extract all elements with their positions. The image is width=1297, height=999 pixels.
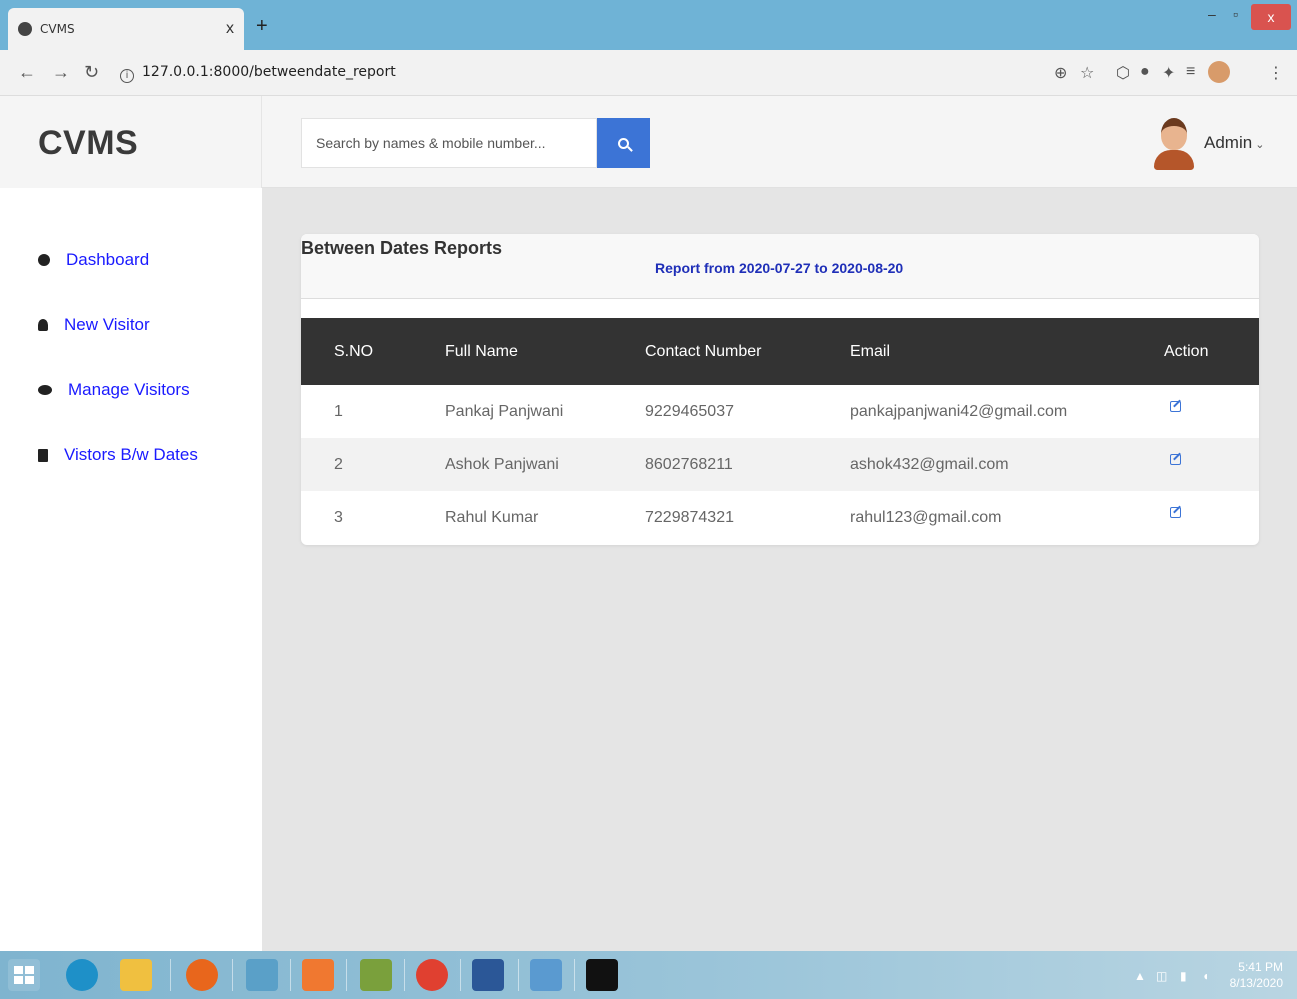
- cell-sno: 2: [334, 455, 343, 473]
- window-close-button[interactable]: x: [1251, 4, 1291, 30]
- minimize-icon[interactable]: –: [1208, 6, 1216, 22]
- notepad-plus-icon[interactable]: [360, 959, 392, 991]
- cell-name: Pankaj Panjwani: [445, 402, 564, 420]
- zoom-icon[interactable]: ⊕: [1054, 63, 1067, 83]
- cell-contact: 7229874321: [645, 508, 734, 526]
- column-header-contact: Contact Number: [645, 342, 762, 360]
- search-icon: [618, 137, 629, 149]
- cell-contact: 9229465037: [645, 402, 734, 420]
- cell-email: rahul123@gmail.com: [850, 508, 1002, 526]
- avatar[interactable]: [1154, 116, 1194, 170]
- user-menu[interactable]: Admin ⌄: [1204, 133, 1264, 153]
- system-clock[interactable]: 5:41 PM 8/13/2020: [1230, 959, 1283, 991]
- table-row: 2 Ashok Panjwani 8602768211 ashok432@gma…: [301, 438, 1259, 491]
- sidebar-item-label: Vistors B/w Dates: [64, 445, 198, 464]
- paint-icon[interactable]: [530, 959, 562, 991]
- tab-close-icon[interactable]: x: [226, 20, 234, 38]
- volume-icon[interactable]: ◖: [1202, 969, 1209, 983]
- sidebar-item-label: Dashboard: [66, 250, 150, 269]
- profile-avatar-icon[interactable]: [1208, 61, 1230, 83]
- sidebar-item-label: New Visitor: [64, 315, 150, 334]
- cell-email: ashok432@gmail.com: [850, 455, 1009, 473]
- taskbar: ▲ ◫ ▮ ◖ 5:41 PM 8/13/2020: [0, 951, 1297, 999]
- column-header-email: Email: [850, 342, 891, 360]
- cell-contact: 8602768211: [645, 455, 733, 473]
- network-icon[interactable]: ◫: [1156, 969, 1167, 983]
- tab-title: CVMS: [40, 22, 75, 36]
- browser-tab[interactable]: CVMS x: [8, 8, 244, 50]
- cell-email: pankajpanjwani42@gmail.com: [850, 402, 1068, 420]
- report-card: Between Dates Reports Report from 2020-0…: [301, 234, 1259, 545]
- card-header: Between Dates Reports Report from 2020-0…: [301, 234, 1259, 299]
- chrome-icon[interactable]: [416, 959, 448, 991]
- xampp-icon[interactable]: [302, 959, 334, 991]
- cell-action: [1164, 438, 1259, 491]
- chevron-down-icon: ⌄: [1255, 139, 1265, 151]
- page-title: Between Dates Reports: [301, 238, 503, 258]
- column-header-name: Full Name: [445, 342, 518, 360]
- edit-icon[interactable]: [1170, 506, 1181, 518]
- info-icon[interactable]: i: [120, 69, 134, 83]
- brand-logo[interactable]: CVMS: [38, 124, 138, 163]
- cell-name: Ashok Panjwani: [445, 455, 559, 473]
- url-text: 127.0.0.1:8000/betweendate_report: [142, 64, 396, 80]
- cell-sno: 3: [334, 508, 343, 526]
- app-icon[interactable]: [246, 959, 278, 991]
- forward-icon[interactable]: →: [52, 62, 70, 83]
- battery-icon[interactable]: ▮: [1180, 969, 1187, 983]
- user-icon: [38, 319, 48, 331]
- firefox-icon[interactable]: [186, 959, 218, 991]
- windows-start-icon[interactable]: [8, 959, 40, 991]
- command-prompt-icon[interactable]: [586, 959, 618, 991]
- visitors-table: S.NO Full Name Contact Number Email Acti…: [301, 318, 1259, 544]
- address-bar: ← → ↻ i 127.0.0.1:8000/betweendate_report…: [0, 50, 1297, 96]
- extension-shield-icon[interactable]: ⬡: [1116, 63, 1130, 83]
- cell-action: [1164, 491, 1259, 544]
- sidebar: Dashboard New Visitor Manage Visitors Vi…: [0, 188, 262, 951]
- search-input[interactable]: [301, 118, 597, 168]
- bookmark-star-icon[interactable]: ☆: [1080, 63, 1094, 83]
- report-date-range: Report from 2020-07-27 to 2020-08-20: [655, 260, 904, 276]
- copy-icon: [38, 448, 48, 462]
- reload-icon[interactable]: ↻: [84, 62, 99, 83]
- cell-sno: 1: [334, 402, 343, 420]
- sidebar-item-new-visitor[interactable]: New Visitor: [38, 315, 150, 335]
- dashboard-icon: [38, 254, 50, 266]
- url-field[interactable]: i 127.0.0.1:8000/betweendate_report: [120, 64, 396, 83]
- cell-name: Rahul Kumar: [445, 508, 539, 526]
- browser-tab-bar: CVMS x + – ▫ x: [0, 0, 1297, 50]
- browser-menu-icon[interactable]: ⋮: [1268, 63, 1284, 83]
- back-icon[interactable]: ←: [18, 62, 36, 83]
- sidebar-item-dashboard[interactable]: Dashboard: [38, 250, 149, 270]
- word-icon[interactable]: [472, 959, 504, 991]
- maximize-icon[interactable]: ▫: [1233, 6, 1238, 22]
- column-header-action: Action: [1164, 342, 1209, 360]
- column-header-sno: S.NO: [334, 342, 374, 360]
- extension-circle-icon[interactable]: ●: [1140, 63, 1150, 81]
- search-button[interactable]: [597, 118, 650, 168]
- file-explorer-icon[interactable]: [120, 959, 152, 991]
- table-row: 1 Pankaj Panjwani 9229465037 pankajpanjw…: [301, 385, 1259, 438]
- extensions-puzzle-icon[interactable]: ✦: [1162, 63, 1175, 83]
- sidebar-item-visitors-bw-dates[interactable]: Vistors B/w Dates: [38, 445, 198, 465]
- table-header-row: S.NO Full Name Contact Number Email Acti…: [301, 318, 1259, 385]
- users-icon: [38, 385, 52, 395]
- user-name: Admin: [1204, 133, 1253, 152]
- clock-time: 5:41 PM: [1238, 960, 1283, 974]
- cell-action: [1164, 385, 1259, 438]
- clock-date: 8/13/2020: [1229, 976, 1283, 990]
- new-tab-button[interactable]: +: [256, 16, 268, 36]
- edit-icon[interactable]: [1170, 400, 1181, 412]
- sidebar-item-manage-visitors[interactable]: Manage Visitors: [38, 380, 190, 400]
- edge-icon[interactable]: [66, 959, 98, 991]
- edit-icon[interactable]: [1170, 453, 1181, 465]
- tray-up-icon[interactable]: ▲: [1134, 969, 1146, 983]
- brand-area: CVMS: [0, 96, 262, 188]
- sidebar-item-label: Manage Visitors: [68, 380, 190, 399]
- reading-list-icon[interactable]: ≡: [1186, 63, 1195, 81]
- table-row: 3 Rahul Kumar 7229874321 rahul123@gmail.…: [301, 491, 1259, 544]
- globe-icon: [18, 22, 32, 36]
